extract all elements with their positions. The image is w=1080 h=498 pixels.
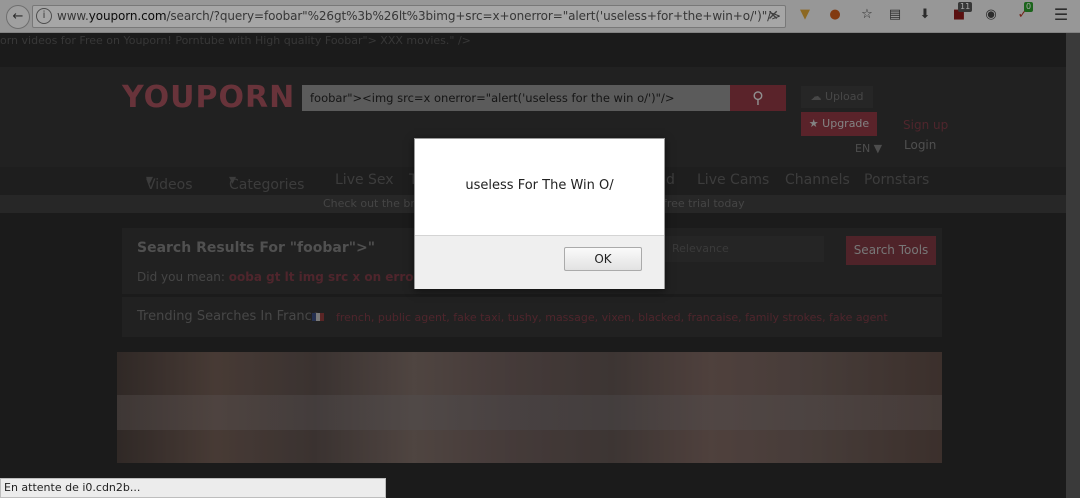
ok-button[interactable]: OK xyxy=(564,247,642,271)
alert-footer: OK xyxy=(415,235,664,289)
alert-message: useless For The Win O/ xyxy=(465,178,614,193)
status-bar: En attente de i0.cdn2b... xyxy=(0,478,386,498)
page-scrollbar[interactable] xyxy=(1066,33,1080,498)
alert-dialog: useless For The Win O/ OK xyxy=(414,138,665,289)
